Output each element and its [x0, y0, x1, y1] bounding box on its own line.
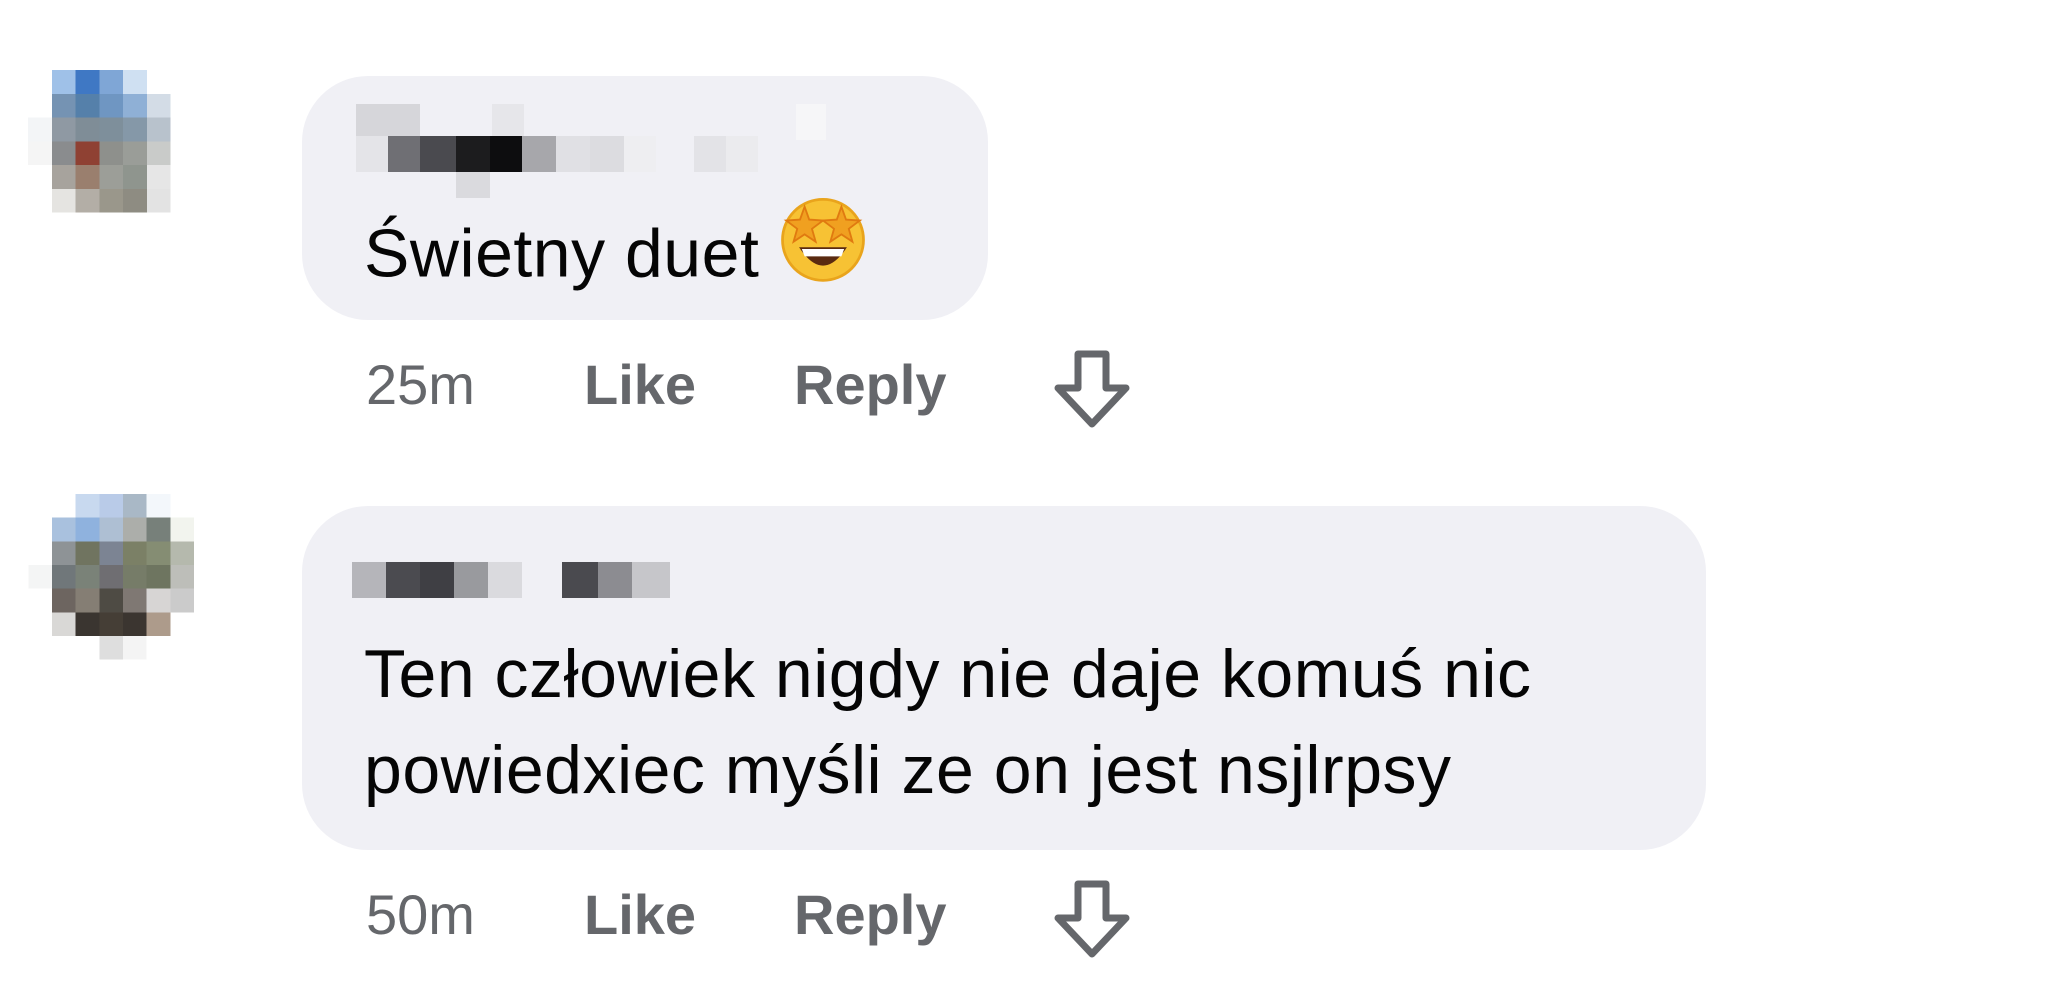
comment-bubble: Ten człowiek nigdy nie daje komuś nic po…: [302, 506, 1706, 850]
arrow-down-outline-icon[interactable]: [1050, 876, 1134, 960]
reply-button[interactable]: Reply: [794, 870, 947, 960]
like-button[interactable]: Like: [584, 870, 696, 960]
author-name-redacted[interactable]: [352, 562, 670, 598]
comment: Ten człowiek nigdy nie daje komuś nic po…: [0, 0, 2046, 1002]
comment-text-line: powiedxiec myśli ze on jest nsjlrpsy: [364, 732, 1452, 808]
comment-text-line: Ten człowiek nigdy nie daje komuś nic: [364, 636, 1532, 712]
avatar[interactable]: [28, 494, 218, 684]
comment-text: Ten człowiek nigdy nie daje komuś nic po…: [364, 626, 1532, 818]
timestamp: 50m: [366, 883, 475, 946]
